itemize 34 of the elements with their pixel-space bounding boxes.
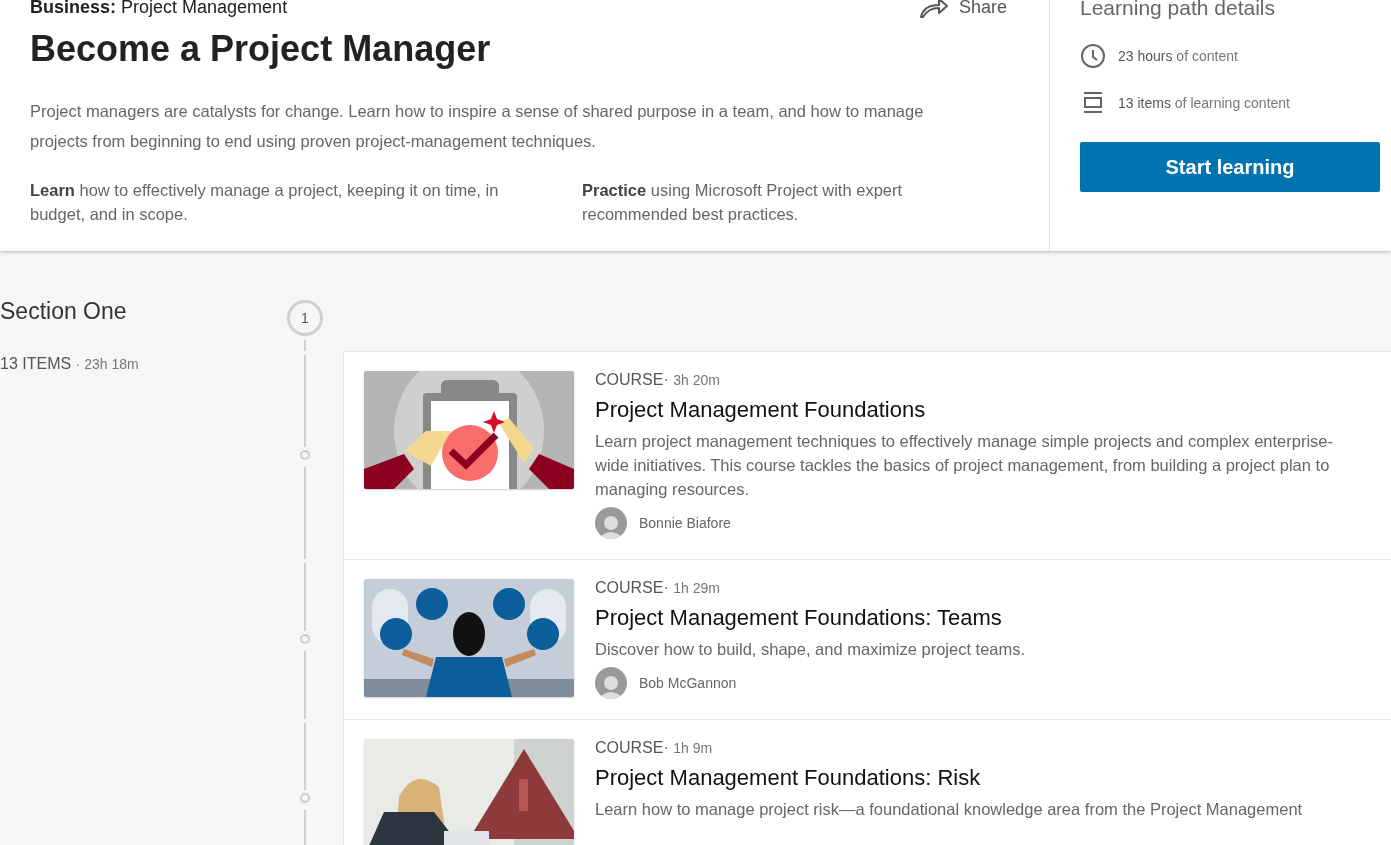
detail-text: 13 items of learning content xyxy=(1118,95,1290,111)
start-learning-button[interactable]: Start learning xyxy=(1080,142,1380,192)
description: Project managers are catalysts for change. Learn how to inspire a sense of shared purpose in a team, and how to manage projects from beginning to end using proven project-management techniques. xyxy=(30,101,925,152)
course-meta: COURSE· 1h 9m xyxy=(595,739,714,757)
course-description: Learn project management techniques to effectively manage simple projects and complex enterprise-wide initiatives. This course tackles the basics of project management, from building a project plan to managing resources. xyxy=(595,431,1334,500)
share-button[interactable]: Share xyxy=(918,0,1019,18)
timeline-dot xyxy=(300,793,310,803)
course-card[interactable]: COURSE· 1h 9m Project Management Foundations: Risk Learn how to manage project risk—a foundational knowledge area from the Project Management xyxy=(343,719,1391,845)
author-name[interactable]: Bob McGannon xyxy=(639,675,737,691)
details-title: Learning path details xyxy=(1080,0,1276,20)
section-meta: 13 ITEMS · 23h 18m xyxy=(0,355,140,373)
author-name[interactable]: Bonnie Biafore xyxy=(639,515,731,531)
category-label: Business: Project Management xyxy=(30,0,288,18)
course-description: Learn how to manage project risk—a foundational knowledge area from the Project Management xyxy=(595,799,1304,820)
course-meta: COURSE· 3h 20m xyxy=(595,371,721,389)
step-number: 1 xyxy=(287,300,323,336)
detail-text: 23 hours of content xyxy=(1118,48,1238,64)
course-title[interactable]: Project Management Foundations: Risk xyxy=(595,765,1371,791)
avatar xyxy=(595,507,627,539)
course-title[interactable]: Project Management Foundations xyxy=(595,397,1371,423)
course-title[interactable]: Project Management Foundations: Teams xyxy=(595,605,1371,631)
course-meta: COURSE· 1h 29m xyxy=(595,579,721,597)
page-title: Become a Project Manager xyxy=(30,28,492,70)
timeline-dot xyxy=(300,450,310,460)
course-card[interactable] xyxy=(343,351,1391,559)
section-title: Section One xyxy=(0,298,128,325)
course-description: Discover how to build, shape, and maximize project teams. xyxy=(595,639,1027,660)
avatar xyxy=(595,667,627,699)
course-card[interactable]: COURSE· 1h 29m Project Management Foundations: Teams Discover how to build, shape, and maximize project teams. Bob McGannon xyxy=(343,559,1391,719)
clock-icon xyxy=(1080,43,1106,69)
highlight-text: Practice using Microsoft Project with expert recommended best practices. xyxy=(582,180,904,225)
timeline-dot xyxy=(300,634,310,644)
highlight-text: Learn how to effectively manage a project, keeping it on time, in budget, and in scope. xyxy=(30,180,500,225)
share-icon xyxy=(918,0,949,18)
